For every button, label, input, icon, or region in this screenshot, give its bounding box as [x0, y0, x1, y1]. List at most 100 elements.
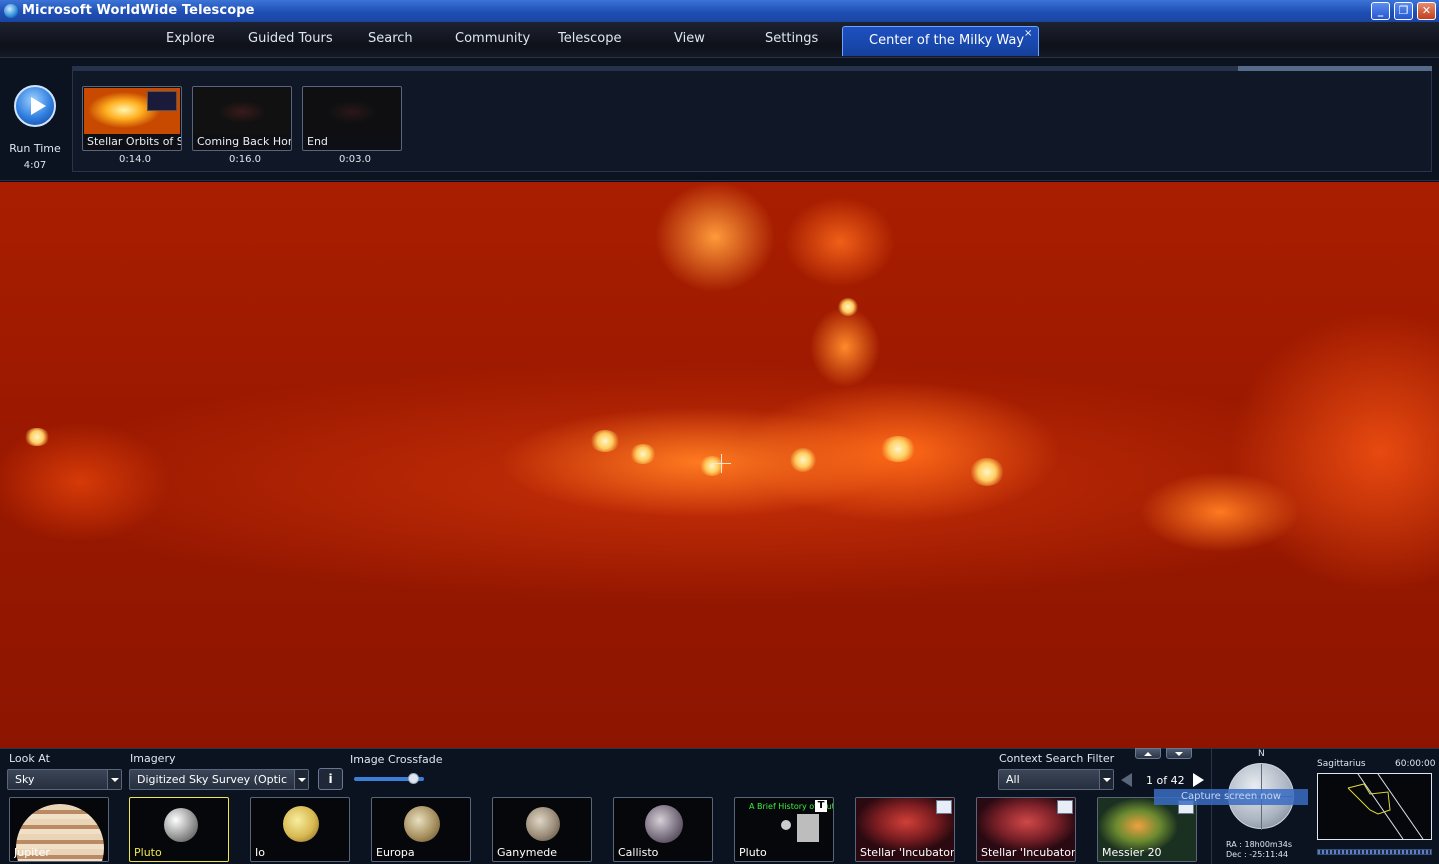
thumbnail-caption: Pluto — [739, 846, 767, 859]
wwt-window: Microsoft WorldWide Telescope _ ❐ ✕ Expl… — [0, 0, 1439, 864]
io-image — [283, 806, 319, 842]
previous-page-icon[interactable] — [1121, 773, 1132, 787]
context-filter-dropdown[interactable]: All — [998, 769, 1114, 790]
constellation-outline-icon — [1347, 773, 1424, 840]
run-time-value: 4:07 — [23, 160, 47, 171]
thumbnail-caption: Pluto — [134, 846, 162, 859]
slide-duration: 0:03.0 — [339, 154, 371, 165]
ra-readout: RA : 18h00m34s — [1226, 840, 1293, 849]
context-filter-value: All — [1006, 773, 1020, 786]
thumbnail-caption: Callisto — [618, 846, 659, 859]
minimize-button[interactable]: _ — [1371, 2, 1390, 20]
imagery-dropdown[interactable]: Digitized Sky Survey (Optical... — [129, 769, 309, 790]
slide-caption: Coming Back Home — [197, 135, 291, 148]
navigation-panel: N RA : 18h00m34s Dec : -25:11:44 Sagitta… — [1211, 749, 1439, 864]
bottom-panel: Look At Sky Imagery Digitized Sky Survey… — [0, 748, 1439, 864]
thumbnail-stellar-incubator[interactable]: Stellar 'Incubator... — [976, 797, 1076, 862]
thumbnail-callisto[interactable]: Callisto — [613, 797, 713, 862]
bright-region — [790, 448, 816, 472]
bright-region — [880, 436, 916, 462]
thumbnail-caption: Jupiter — [14, 846, 50, 859]
menu-guided-tours[interactable]: Guided Tours — [248, 31, 333, 46]
north-label: N — [1258, 749, 1265, 759]
info-icon[interactable]: i — [318, 768, 343, 790]
bright-region — [24, 428, 50, 446]
bright-region — [590, 430, 620, 452]
slide-thumbnail — [304, 88, 400, 134]
inset-image — [147, 91, 177, 111]
tour-slide[interactable]: End — [302, 86, 402, 151]
chevron-down-icon — [107, 770, 121, 789]
restore-button[interactable]: ❐ — [1394, 2, 1413, 20]
bright-region — [630, 444, 656, 464]
thumbnail-ganymede[interactable]: Ganymede — [492, 797, 592, 862]
chevron-down-icon — [1099, 770, 1113, 789]
crossfade-slider-thumb[interactable] — [408, 773, 419, 784]
constellation-name: Sagittarius — [1317, 759, 1366, 769]
slide-thumbnail — [194, 88, 290, 134]
next-page-icon[interactable] — [1193, 773, 1204, 787]
thumbnail-messier-20[interactable]: Messier 20 — [1097, 797, 1197, 862]
play-icon[interactable] — [14, 85, 56, 127]
constellation-minimap[interactable] — [1317, 773, 1432, 840]
thumbnail-caption: Europa — [376, 846, 415, 859]
thumbnail-europa[interactable]: Europa — [371, 797, 471, 862]
pluto-image — [164, 808, 198, 842]
thumbnail-io[interactable]: Io — [250, 797, 350, 862]
slide-duration: 0:14.0 — [119, 154, 151, 165]
thumbnail-caption: Messier 20 — [1102, 846, 1162, 859]
dec-readout: Dec : -25:11:44 — [1226, 850, 1289, 859]
image-type-icon — [1057, 800, 1073, 814]
zoom-level-bar[interactable] — [1317, 849, 1432, 855]
slide-duration: 0:16.0 — [229, 154, 261, 165]
slide-caption: Stellar Orbits of S... — [87, 135, 181, 148]
slide-scrollbar-thumb[interactable] — [1238, 66, 1432, 71]
close-button[interactable]: ✕ — [1417, 2, 1436, 20]
sky-view[interactable] — [0, 182, 1439, 748]
callisto-image — [645, 805, 683, 843]
look-at-dropdown[interactable]: Sky — [7, 769, 122, 790]
collapse-down-icon[interactable] — [1166, 748, 1192, 759]
field-of-view: 60:00:00 — [1395, 759, 1436, 769]
coordinates-readout: RA : 18h00m34s Dec : -25:11:44 — [1226, 840, 1292, 860]
slide-scroll-track[interactable] — [72, 66, 1238, 71]
pluto-image — [781, 820, 791, 830]
imagery-label: Imagery — [130, 752, 176, 765]
tab-tour-center-of-milky-way[interactable]: Center of the Milky Way × — [842, 26, 1039, 56]
menu-explore[interactable]: Explore — [166, 31, 215, 46]
look-at-value: Sky — [15, 773, 35, 786]
look-at-label: Look At — [9, 752, 50, 765]
portrait-image — [797, 814, 819, 842]
menu-view[interactable]: View — [674, 31, 705, 46]
crosshair-icon — [721, 454, 722, 473]
context-filter-label: Context Search Filter — [999, 752, 1115, 765]
thumbnail-caption: Io — [255, 846, 265, 859]
thumbnail-caption: Ganymede — [497, 846, 557, 859]
slide-caption: End — [307, 135, 328, 148]
tour-editor-strip: Run Time 4:07 Stellar Orbits of S... 0:1… — [0, 58, 1439, 181]
europa-image — [404, 806, 440, 842]
page-indicator: 1 of 42 — [1146, 774, 1185, 787]
expand-up-icon[interactable] — [1135, 748, 1161, 759]
menu-community[interactable]: Community — [455, 31, 530, 46]
tour-slide[interactable]: Coming Back Home — [192, 86, 292, 151]
run-time-label: Run Time — [9, 142, 61, 155]
thumbnail-pluto-tour[interactable]: A Brief History of Pluto T Pluto — [734, 797, 834, 862]
bright-region — [970, 458, 1004, 486]
bright-region — [838, 298, 858, 316]
image-type-icon — [936, 800, 952, 814]
thumbnail-stellar-incubator[interactable]: Stellar 'Incubator... — [855, 797, 955, 862]
close-tour-icon[interactable]: × — [1024, 28, 1032, 39]
capture-tooltip: Capture screen now — [1154, 789, 1308, 805]
menu-telescope[interactable]: Telescope — [558, 31, 621, 46]
window-title: Microsoft WorldWide Telescope — [22, 3, 255, 18]
menu-settings[interactable]: Settings — [765, 31, 818, 46]
title-bar: Microsoft WorldWide Telescope _ ❐ ✕ — [0, 0, 1439, 22]
wwt-logo-icon — [4, 4, 18, 18]
chevron-down-icon — [294, 770, 308, 789]
menu-search[interactable]: Search — [368, 31, 413, 46]
tour-tab-label: Center of the Milky Way — [869, 33, 1025, 48]
thumbnail-jupiter[interactable]: Jupiter — [9, 797, 109, 862]
thumbnail-pluto[interactable]: Pluto — [129, 797, 229, 862]
tour-slide[interactable]: Stellar Orbits of S... — [82, 86, 182, 151]
